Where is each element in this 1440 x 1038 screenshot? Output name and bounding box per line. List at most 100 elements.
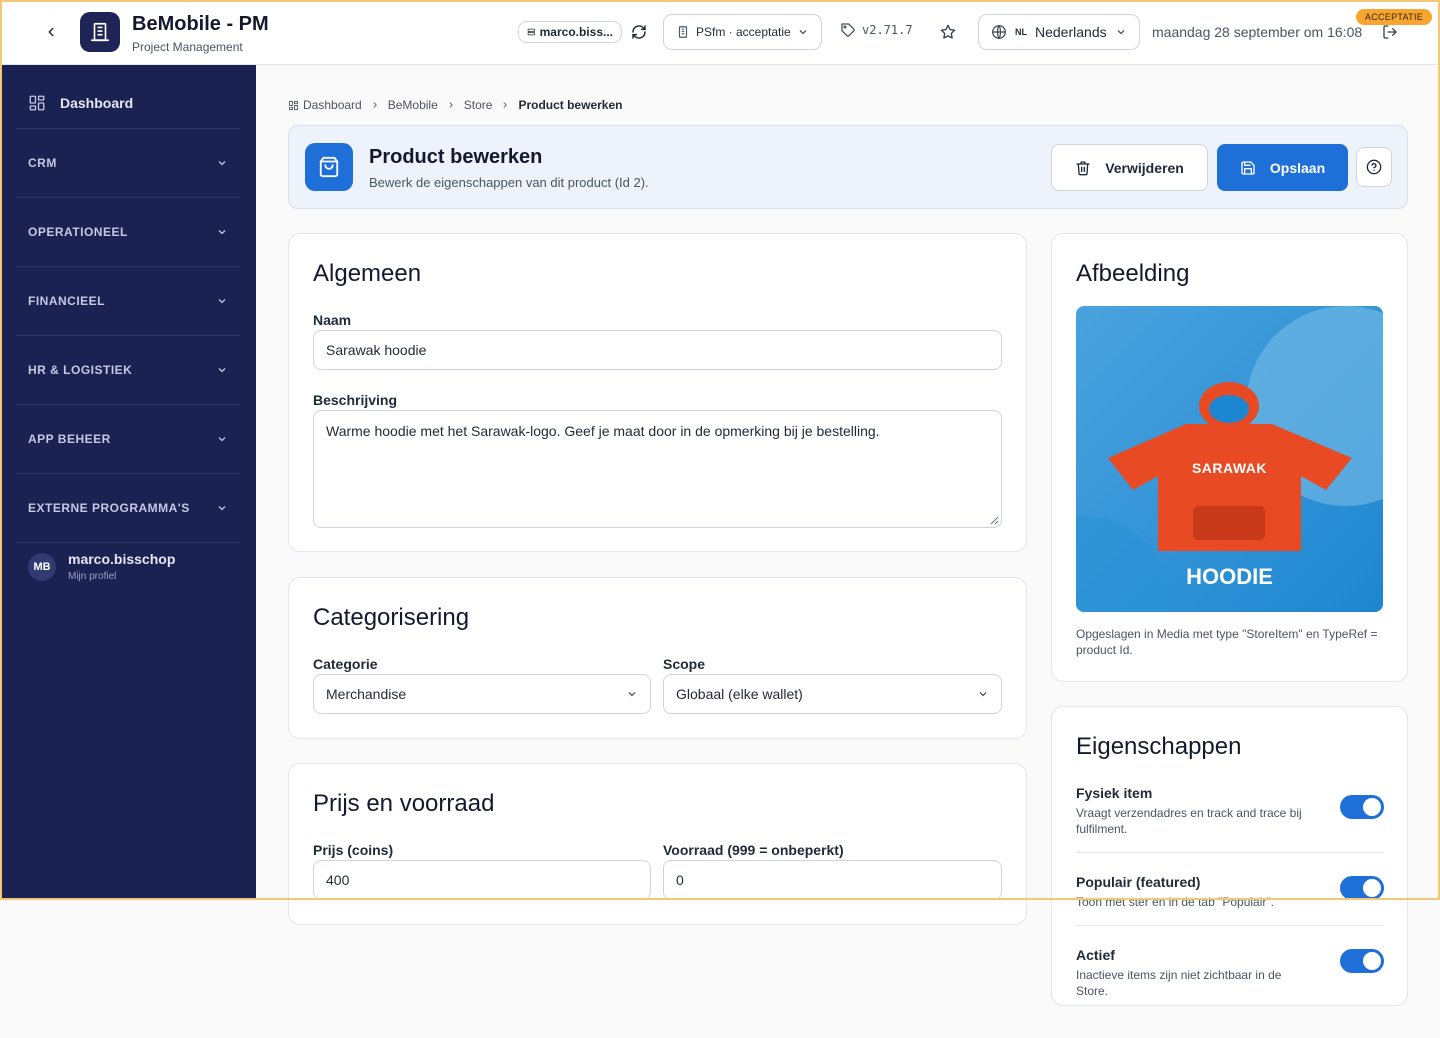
delete-button[interactable]: Verwijderen [1051,144,1208,191]
name-label: Naam [313,312,352,328]
sidebar-section-label: CRM [28,156,57,170]
sidebar-section-operationeel[interactable]: OPERATIONEEL [16,198,240,267]
chevron-down-icon [799,30,807,35]
chevron-right-icon [503,102,508,108]
star-icon [940,24,956,39]
save-button[interactable]: Opslaan [1217,144,1348,191]
header-icon [305,143,353,191]
image-card-title: Afbeelding [1076,260,1190,287]
featured-toggle[interactable] [1340,876,1384,900]
version-label: v2.71.7 [840,22,913,38]
sidebar-section-crm[interactable]: CRM [16,129,240,198]
sidebar-item-label: Dashboard [60,94,134,111]
description-textarea[interactable]: Warme hoodie met het Sarawak-logo. Geef … [313,410,1002,528]
divider [1076,925,1384,926]
back-button[interactable] [40,21,62,43]
property-title: Actief [1076,947,1115,963]
environment-badge: ACCEPTATIE [1356,9,1432,25]
chevron-down-icon [218,230,226,235]
globe-icon [992,25,1006,39]
refresh-button[interactable] [629,22,649,42]
user-switch-pill[interactable]: marco.biss... [518,21,622,43]
breadcrumb-bemobile[interactable]: BeMobile [388,98,438,112]
sidebar-profile[interactable]: MB marco.bisschop Mijn profiel [28,551,175,582]
active-toggle[interactable] [1340,949,1384,973]
sidebar-section-hr-logistiek[interactable]: HR & LOGISTIEK [16,336,240,405]
page-title: Product bewerken [369,146,543,168]
app-subtitle: Project Management [132,40,243,54]
product-image-brand-text: SARAWAK [1191,460,1268,476]
breadcrumb: Dashboard BeMobile Store Product bewerke… [288,98,622,112]
environment-label: PSfm · acceptatie [696,25,791,39]
save-icon [1241,160,1255,175]
category-label: Categorie [313,656,378,672]
divider [1076,852,1384,853]
refresh-icon [632,25,646,39]
name-input-value: Sarawak hoodie [326,342,427,358]
sidebar-item-dashboard[interactable]: Dashboard [16,77,240,129]
property-description: Inactieve items zijn niet zichtbaar in d… [1076,968,1282,998]
favorite-button[interactable] [938,22,958,42]
language-code: NL [1015,27,1027,37]
save-label: Opslaan [1269,159,1326,176]
help-button[interactable] [1356,147,1392,187]
scope-value: Globaal (elke wallet) [676,686,803,702]
help-circle-icon [1366,159,1382,175]
sidebar-section-externe-programmas[interactable]: EXTERNE PROGRAMMA'S [16,474,240,543]
price-label: Prijs (coins) [313,842,394,858]
logout-icon [1383,25,1397,39]
sidebar-section-label: HR & LOGISTIEK [28,363,133,377]
description-value: Warme hoodie met het Sarawak-logo. Geef … [326,423,880,439]
category-select[interactable]: Merchandise [313,674,651,714]
breadcrumb-store[interactable]: Store [464,98,493,112]
building-icon [678,26,688,38]
language-label: Nederlands [1035,24,1107,40]
general-card-title: Algemeen [313,260,422,287]
profile-link-label: Mijn profiel [68,571,117,582]
delete-label: Verwijderen [1105,159,1184,176]
profile-name: marco.bisschop [68,551,176,567]
physical-item-toggle[interactable] [1340,795,1384,819]
product-image-product-text: HOODIE [1186,564,1273,589]
sidebar-section-app-beheer[interactable]: APP BEHEER [16,405,240,474]
image-card: Afbeelding SARAWAK HOODIE Opgeslagen in … [1051,233,1408,682]
sidebar-section-financieel[interactable]: FINANCIEEL [16,267,240,336]
chevron-down-icon [218,161,226,166]
resize-handle-icon[interactable] [989,515,999,525]
avatar: MB [28,552,56,581]
properties-card-title: Eigenschappen [1076,733,1242,760]
categorization-card-title: Categorisering [313,604,470,631]
logout-button[interactable] [1380,22,1400,42]
category-value: Merchandise [326,686,407,702]
pricing-card: Prijs en voorraad Prijs (coins) 400 Voor… [288,763,1027,925]
stock-input[interactable]: 0 [663,860,1002,900]
shopping-bag-icon [319,156,339,178]
app-title: BeMobile - PM [132,13,269,35]
chevron-right-icon [449,102,453,108]
chevron-down-icon [218,506,226,511]
property-featured: Populair (featured) Toon met ster en in … [1076,874,1384,910]
breadcrumb-dashboard[interactable]: Dashboard [303,98,362,112]
property-title: Fysiek item [1076,785,1153,801]
language-select[interactable]: NL Nederlands [978,14,1140,50]
environment-select[interactable]: PSfm · acceptatie [663,14,822,50]
description-label: Beschrijving [313,392,398,408]
sidebar: Dashboard CRM OPERATIONEEL FINANCIEEL HR… [0,65,256,900]
chevron-down-icon [218,368,226,373]
chevron-down-icon [1117,30,1125,35]
price-value: 400 [326,872,350,888]
building-icon [90,22,110,42]
price-input[interactable]: 400 [313,860,651,900]
user-pill-label: marco.biss... [539,25,613,39]
properties-card: Eigenschappen Fysiek item Vraagt verzend… [1051,706,1408,1006]
dashboard-grid-icon [288,100,299,110]
sidebar-section-label: EXTERNE PROGRAMMA'S [28,501,190,515]
chevron-down-icon [218,437,226,442]
chevron-right-icon [373,102,377,108]
chevron-down-icon [979,692,987,697]
pricing-card-title: Prijs en voorraad [313,790,495,817]
scope-label: Scope [663,656,706,672]
product-image[interactable]: SARAWAK HOODIE [1076,306,1383,612]
scope-select[interactable]: Globaal (elke wallet) [663,674,1002,714]
name-input[interactable]: Sarawak hoodie [313,330,1002,370]
